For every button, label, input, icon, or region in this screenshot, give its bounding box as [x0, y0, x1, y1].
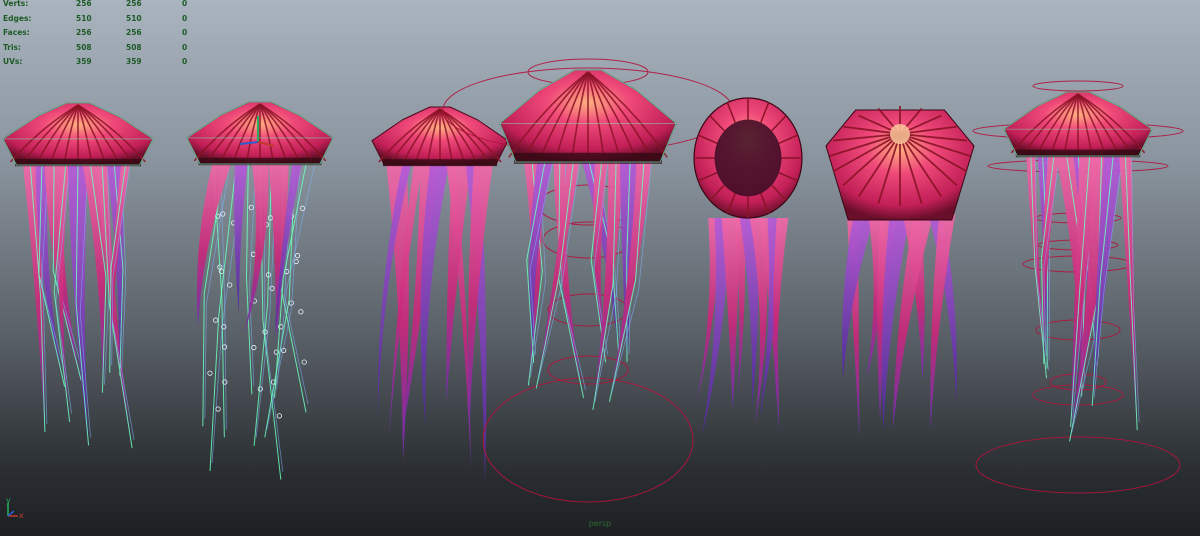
- jellyfish-textured[interactable]: [371, 106, 509, 483]
- jellyfish-bottom-view[interactable]: [693, 97, 803, 437]
- jellyfish-top-view[interactable]: [825, 106, 975, 439]
- camera-name-label: persp: [588, 519, 612, 528]
- y-axis-label: y: [6, 496, 11, 505]
- scene-canvas[interactable]: [0, 0, 1200, 536]
- jellyfish-skeleton-rig[interactable]: [186, 101, 334, 480]
- jellyfish-with-controls-side[interactable]: [972, 80, 1184, 494]
- jellyfish-front-textured-wire[interactable]: [2, 102, 154, 449]
- viewport-persp[interactable]: Verts: 256 256 0 Edges: 510 510 0 Faces: 256 256 0 T…: [0, 0, 1200, 536]
